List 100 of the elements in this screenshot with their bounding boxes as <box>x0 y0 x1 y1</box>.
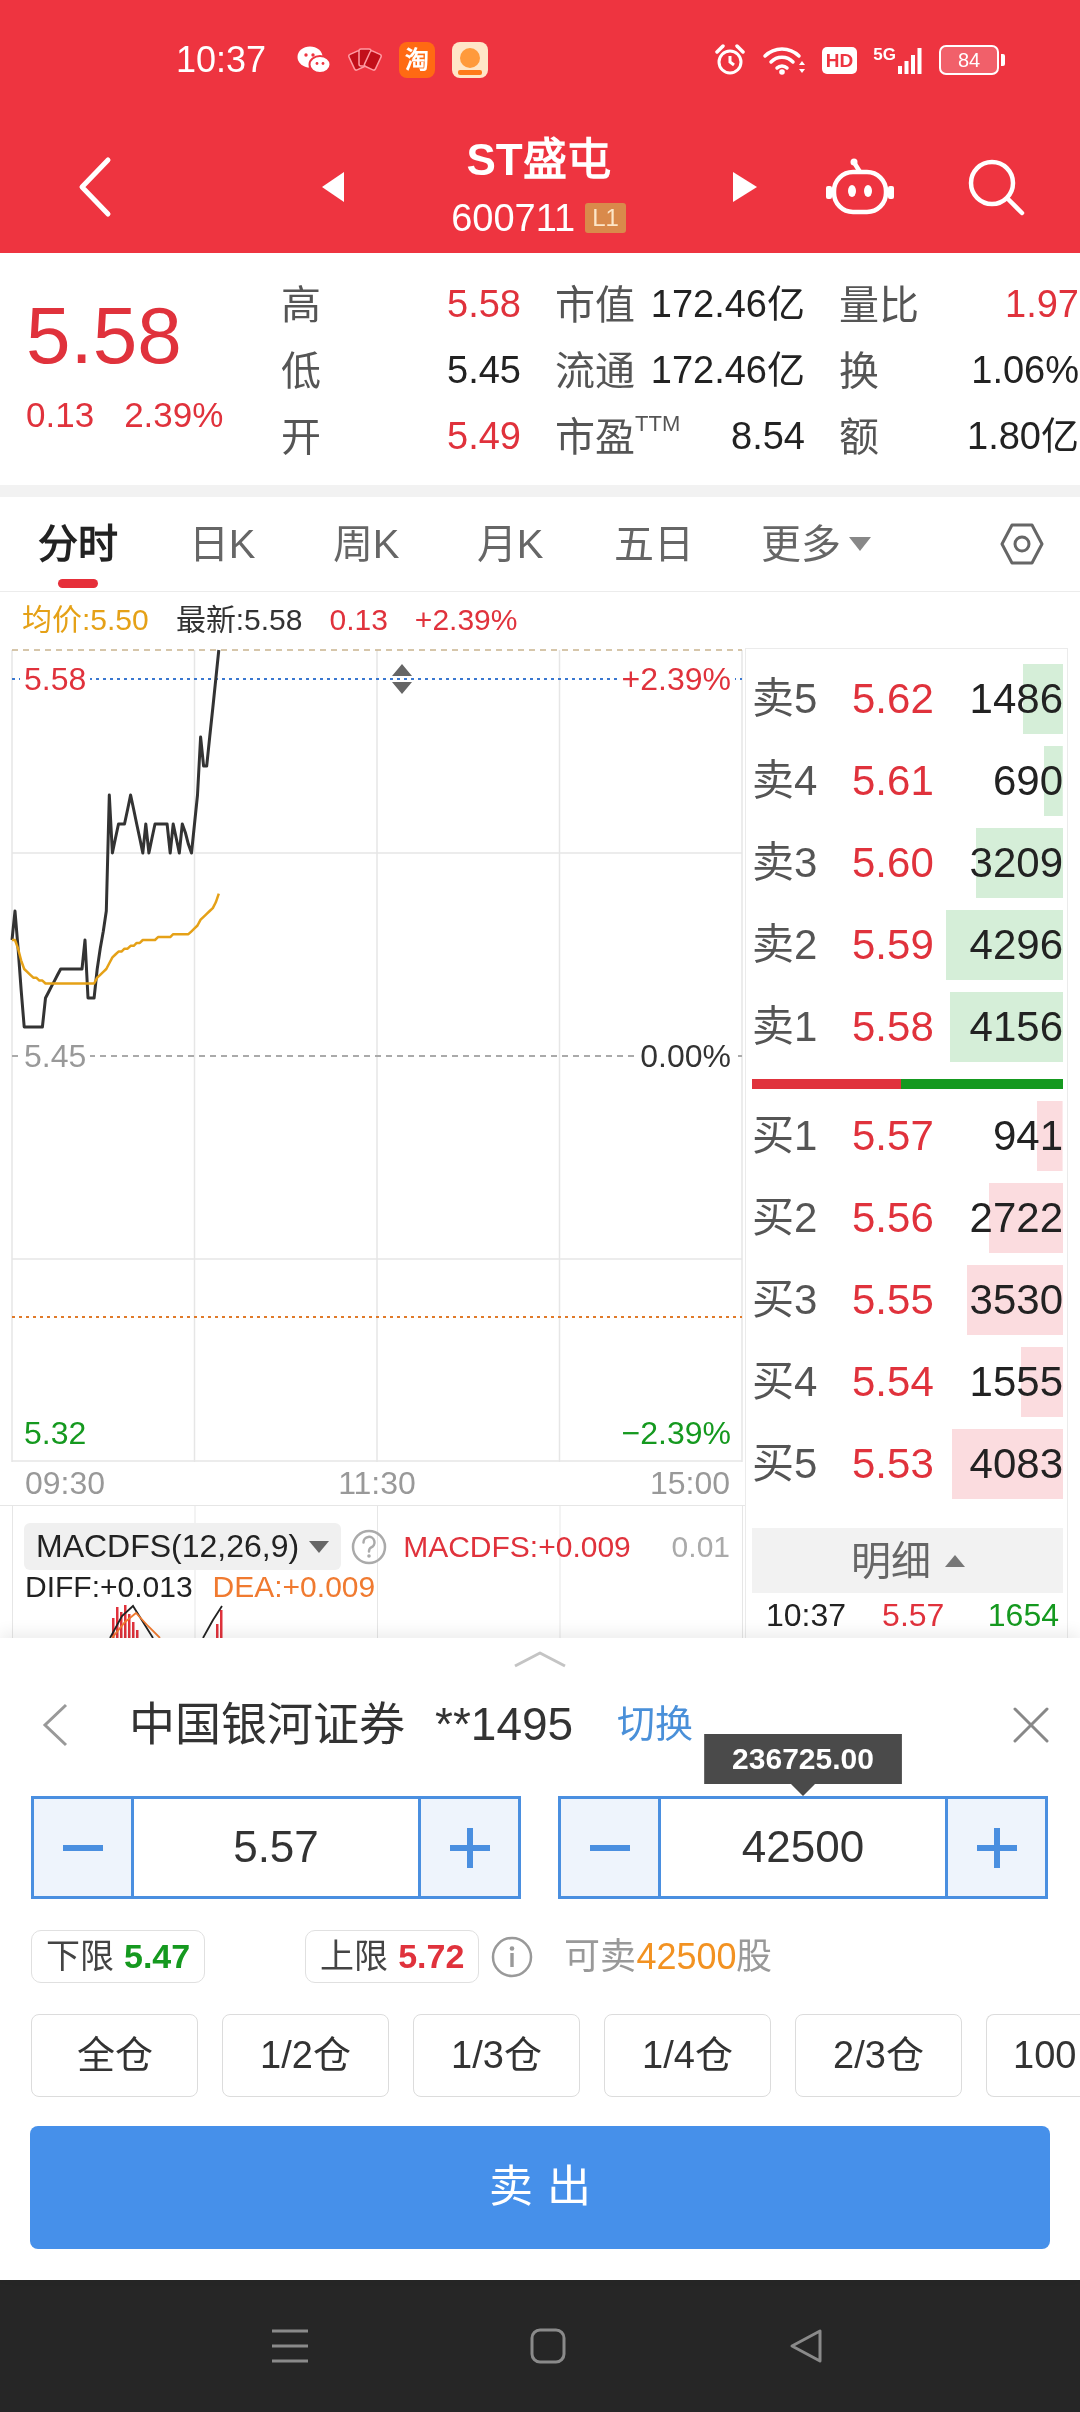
menu-icon[interactable] <box>272 2329 308 2363</box>
order-price: 5.55 <box>852 1274 935 1325</box>
sellable-quantity: 可卖42500股 <box>564 1934 773 1979</box>
order-level-label: 买3 <box>752 1274 819 1325</box>
increase-button[interactable] <box>945 1799 1045 1896</box>
indicator-dropdown[interactable]: MACDFS(12,26,9) <box>24 1523 342 1570</box>
limit-label: 下限 <box>46 1936 114 1977</box>
order-price: 5.58 <box>852 1001 935 1052</box>
average-price-label: 均价:5.50 <box>22 602 149 638</box>
order-price: 5.57 <box>852 1110 935 1161</box>
trade-volume: 1654 <box>987 1595 1059 1635</box>
chart-tab[interactable]: 更多 <box>726 497 906 591</box>
chart-tab[interactable]: 日K <box>150 497 294 591</box>
network-type: 5G <box>873 46 896 63</box>
dea-line <box>111 1611 161 1638</box>
signal-icon <box>897 46 923 74</box>
stat-label: 量比 <box>839 283 919 327</box>
close-icon[interactable] <box>1012 1706 1050 1744</box>
order-price: 5.53 <box>852 1438 935 1489</box>
minus-icon <box>589 1844 630 1851</box>
stat-label: 低 <box>281 349 321 393</box>
hd-indicator: HD <box>821 46 858 74</box>
position-fraction-button[interactable]: 1/2仓 <box>222 2014 389 2097</box>
limit-value: 5.47 <box>124 1936 191 1977</box>
chart-tab[interactable]: 月K <box>438 497 582 591</box>
settings-icon[interactable] <box>1000 522 1044 566</box>
time-axis-label: 15:00 <box>649 1465 730 1502</box>
position-fraction-button[interactable]: 全仓 <box>31 2014 198 2097</box>
dea-value: DEA:+0.009 <box>212 1569 376 1605</box>
order-level-label: 买2 <box>752 1192 819 1243</box>
app-icon <box>452 42 489 78</box>
order-price: 5.59 <box>852 919 935 970</box>
back-icon[interactable] <box>789 2328 823 2364</box>
wifi-icon <box>761 44 806 76</box>
stat-label: 流通 <box>555 349 635 393</box>
percent-change: +2.39% <box>414 602 518 638</box>
order-price: 5.62 <box>852 673 935 724</box>
info-icon[interactable] <box>491 1935 534 1978</box>
quote-tier-tag: L1 <box>585 202 626 233</box>
decrease-button[interactable] <box>34 1799 134 1896</box>
chat-icon <box>297 45 332 75</box>
robot-icon[interactable] <box>825 156 895 217</box>
position-fraction-button[interactable]: 100 <box>986 2014 1080 2097</box>
broker-name: 中国银河证券 <box>129 1697 405 1753</box>
price-change: 0.13 <box>26 395 95 435</box>
stat-value: 8.54 <box>731 416 805 458</box>
order-level-label: 买4 <box>752 1356 819 1407</box>
trade-price: 5.57 <box>882 1595 945 1635</box>
back-icon[interactable] <box>41 1702 69 1748</box>
latest-price-label: 最新:5.58 <box>175 602 303 638</box>
stat-value: 5.45 <box>447 350 521 392</box>
decrease-button[interactable] <box>561 1799 661 1896</box>
time-axis-label: 11:30 <box>338 1465 416 1502</box>
order-price: 5.56 <box>852 1192 935 1243</box>
stat-value: 1.06% <box>971 350 1079 392</box>
time-axis-label: 09:30 <box>25 1465 106 1502</box>
stat-label: 额 <box>839 415 879 459</box>
stat-label: 市值 <box>555 283 635 327</box>
clock-time: 10:37 <box>176 42 267 78</box>
detail-button[interactable]: 明细 <box>752 1528 1063 1593</box>
caret-up-icon <box>944 1554 965 1567</box>
drag-handle-icon[interactable] <box>392 664 412 694</box>
order-level-label: 卖3 <box>752 837 819 888</box>
stat-label: 开 <box>281 415 321 459</box>
diff-line <box>202 1605 223 1638</box>
stat-label: 市盈$^{TTM}$ <box>555 415 681 459</box>
minus-icon <box>62 1844 103 1851</box>
amount-tooltip: 236725.00 <box>704 1734 902 1796</box>
order-level-label: 买5 <box>752 1438 819 1489</box>
previous-triangle-icon[interactable] <box>322 171 344 202</box>
limit-label: 上限 <box>320 1936 389 1977</box>
stat-value: 5.58 <box>447 284 521 326</box>
price-change: 0.13 <box>329 602 388 638</box>
increase-button[interactable] <box>418 1799 518 1896</box>
next-triangle-icon[interactable] <box>733 171 757 202</box>
order-level-label: 买1 <box>752 1110 819 1161</box>
chart-tab[interactable]: 分时 <box>6 497 150 591</box>
help-icon[interactable] <box>351 1528 388 1565</box>
battery-indicator: 84 <box>939 45 1005 75</box>
position-fraction-button[interactable]: 1/4仓 <box>604 2014 771 2097</box>
position-fraction-button[interactable]: 2/3仓 <box>795 2014 962 2097</box>
stat-value: 172.46亿 <box>650 350 805 392</box>
order-price: 5.61 <box>852 755 935 806</box>
caret-down-icon <box>849 537 871 551</box>
last-price: 5.58 <box>26 291 183 381</box>
stat-value: 172.46亿 <box>650 284 805 326</box>
order-price: 5.54 <box>852 1356 935 1407</box>
order-level-label: 卖2 <box>752 919 819 970</box>
chart-tab[interactable]: 五日 <box>582 497 726 591</box>
app-notification: 淘 <box>399 42 436 78</box>
account-number: **1495 <box>435 1697 574 1753</box>
percent-change: 2.39% <box>124 395 224 435</box>
order-level-label: 卖1 <box>752 1001 819 1052</box>
position-fraction-button[interactable]: 1/3仓 <box>413 2014 580 2097</box>
home-icon[interactable] <box>530 2328 566 2364</box>
chart-tab[interactable]: 周K <box>294 497 438 591</box>
stock-name: ST盛屯 <box>466 133 611 186</box>
plus-icon <box>449 1827 490 1868</box>
macd-value: MACDFS:+0.009 <box>403 1528 631 1565</box>
stat-value: 5.49 <box>447 416 521 458</box>
